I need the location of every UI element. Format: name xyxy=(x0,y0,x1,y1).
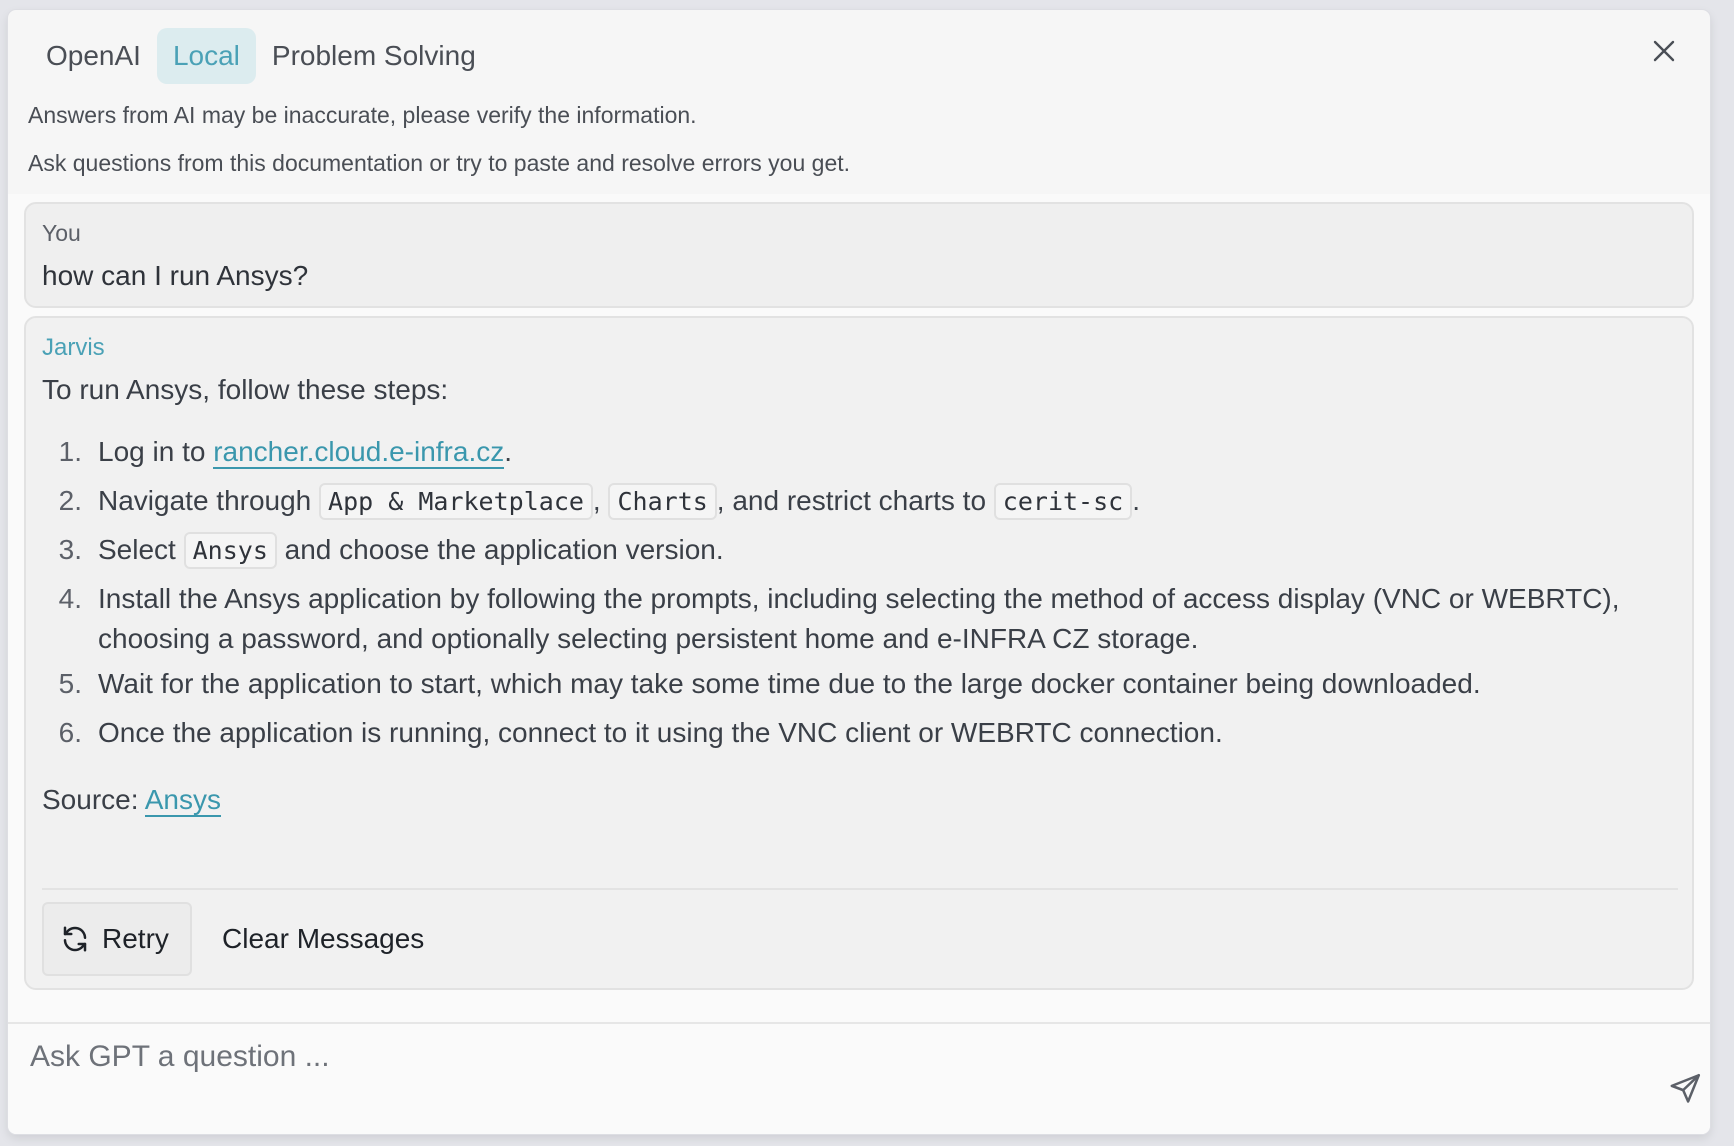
step-text-part: Log in to xyxy=(98,436,214,467)
ai-hint: Ask questions from this documentation or… xyxy=(28,150,851,176)
step-text-line: Install the Ansys application by followi… xyxy=(98,583,1620,614)
step-text: Navigate through App & Marketplace, Char… xyxy=(98,481,1140,522)
step-number: 4. xyxy=(58,583,82,614)
step-text-part: , xyxy=(592,485,609,516)
rancher-link[interactable]: rancher.cloud.e-infra.cz xyxy=(213,436,505,469)
source-link[interactable]: Ansys xyxy=(144,784,221,817)
close-icon xyxy=(1653,40,1675,62)
step-text-part: Navigate through xyxy=(98,485,320,516)
tab-local[interactable]: Local xyxy=(156,28,256,84)
step-text: Wait for the application to start, which… xyxy=(98,668,1481,699)
user-message: You how can I run Ansys? xyxy=(24,202,1694,308)
code-cerit-sc: cerit-sc xyxy=(993,483,1133,520)
step-text-line: choosing a password, and optionally sele… xyxy=(98,623,1199,654)
step-number: 3. xyxy=(58,534,82,565)
close-button[interactable] xyxy=(1648,35,1680,67)
step-text: Once the application is running, connect… xyxy=(98,717,1223,748)
model-tabs: OpenAI Local Problem Solving xyxy=(30,28,492,84)
message-author: Jarvis xyxy=(42,334,105,361)
retry-label: Retry xyxy=(102,923,169,954)
message-text: how can I run Ansys? xyxy=(42,260,309,291)
source-line: Source: Ansys xyxy=(42,784,221,817)
question-input[interactable] xyxy=(30,1040,1630,1120)
chat-header: OpenAI Local Problem Solving Answers fro… xyxy=(8,10,1710,194)
step-text: Log in to rancher.cloud.e-infra.cz. xyxy=(98,432,512,472)
send-button[interactable] xyxy=(1666,1068,1706,1108)
step-text-part: , and restrict charts to xyxy=(716,485,994,516)
tab-problem-solving[interactable]: Problem Solving xyxy=(256,28,492,84)
message-list: You how can I run Ansys? Jarvis To run A… xyxy=(8,194,1710,1022)
source-label: Source: xyxy=(42,784,145,815)
divider xyxy=(42,888,1678,890)
message-author: You xyxy=(42,220,81,246)
retry-button[interactable]: Retry xyxy=(42,902,192,976)
code-ansys: Ansys xyxy=(183,532,277,569)
step-text: Select Ansys and choose the application … xyxy=(98,530,724,571)
clear-messages-button[interactable]: Clear Messages xyxy=(222,902,424,976)
composer xyxy=(8,1022,1710,1134)
step-text: Install the Ansys application by followi… xyxy=(98,579,1620,659)
step-number: 6. xyxy=(58,717,82,748)
step-number: 2. xyxy=(58,485,82,516)
code-charts: Charts xyxy=(608,483,717,520)
code-app-marketplace: App & Marketplace xyxy=(319,483,593,520)
ai-disclaimer: Answers from AI may be inaccurate, pleas… xyxy=(28,102,697,128)
step-text-part: . xyxy=(1132,485,1140,516)
tab-openai[interactable]: OpenAI xyxy=(30,28,157,84)
ai-chat-panel: OpenAI Local Problem Solving Answers fro… xyxy=(8,10,1710,1134)
send-icon xyxy=(1670,1073,1701,1103)
refresh-icon xyxy=(63,926,87,952)
step-number: 1. xyxy=(58,436,82,467)
step-text-part: and choose the application version. xyxy=(276,534,724,565)
step-text-part: . xyxy=(504,436,513,467)
message-intro: To run Ansys, follow these steps: xyxy=(42,374,449,405)
step-text-part: Select xyxy=(98,534,184,565)
step-number: 5. xyxy=(58,668,82,699)
assistant-message: Jarvis To run Ansys, follow these steps:… xyxy=(24,316,1694,990)
